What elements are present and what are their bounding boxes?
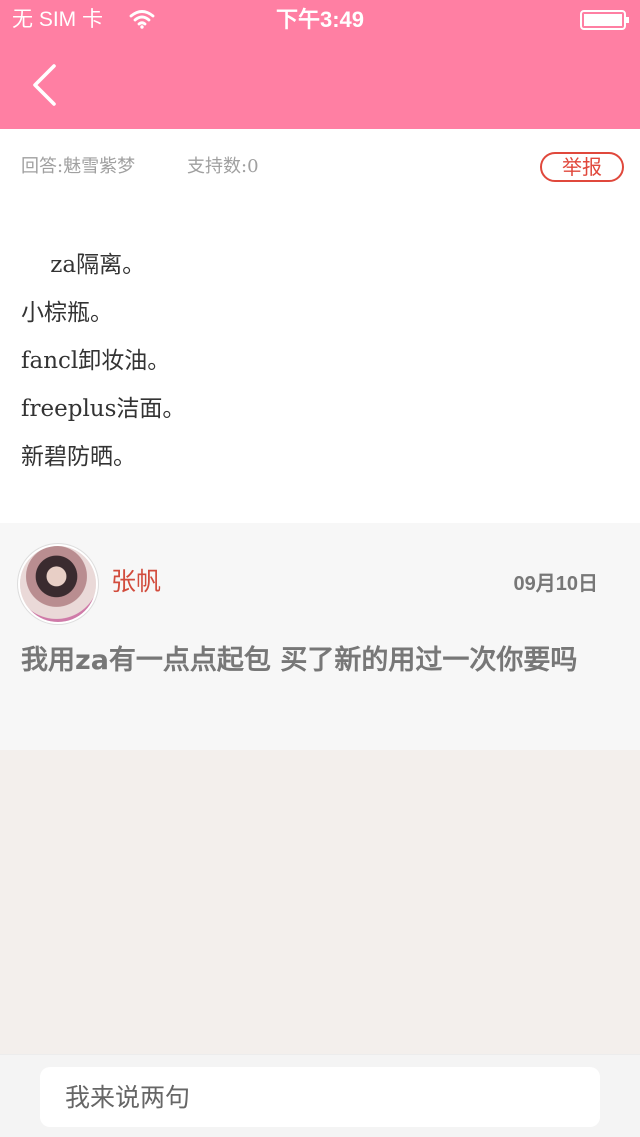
battery-icon xyxy=(580,10,629,30)
back-button[interactable] xyxy=(22,60,68,110)
answer-text: za隔离。 小棕瓶。 fancl卸妆油。 freeplus洁面。 新碧防晒。 xyxy=(21,241,621,481)
answer-line: za隔离。 xyxy=(21,252,146,278)
comment-input-bar xyxy=(0,1054,640,1137)
answer-line: 新碧防晒。 xyxy=(21,444,136,470)
avatar[interactable] xyxy=(20,546,96,622)
support-count: 支持数:0 xyxy=(187,156,259,177)
status-bar: 无 SIM 卡 下午3:49 xyxy=(0,0,640,40)
answer-line: fancl卸妆油。 xyxy=(21,348,171,374)
answer-author: 回答:魅雪紫梦 xyxy=(21,156,136,177)
commenter-name[interactable]: 张帆 xyxy=(111,565,161,599)
answer-content: 回答:魅雪紫梦 支持数:0 举报 za隔离。 小棕瓶。 fancl卸妆油。 fr… xyxy=(0,129,640,523)
clock: 下午3:49 xyxy=(275,7,365,32)
answer-line: 小棕瓶。 xyxy=(21,300,113,326)
comment-text: 我用za有一点点起包 买了新的用过一次你要吗 xyxy=(21,645,578,676)
comment-card: 张帆 09月10日 我用za有一点点起包 买了新的用过一次你要吗 xyxy=(0,523,640,750)
comment-date: 09月10日 xyxy=(513,573,599,595)
navigation-bar xyxy=(0,40,640,129)
comment-input[interactable] xyxy=(40,1067,600,1127)
report-button[interactable]: 举报 xyxy=(540,152,624,182)
answer-line: freeplus洁面。 xyxy=(21,396,186,422)
chevron-left-icon xyxy=(33,64,56,106)
